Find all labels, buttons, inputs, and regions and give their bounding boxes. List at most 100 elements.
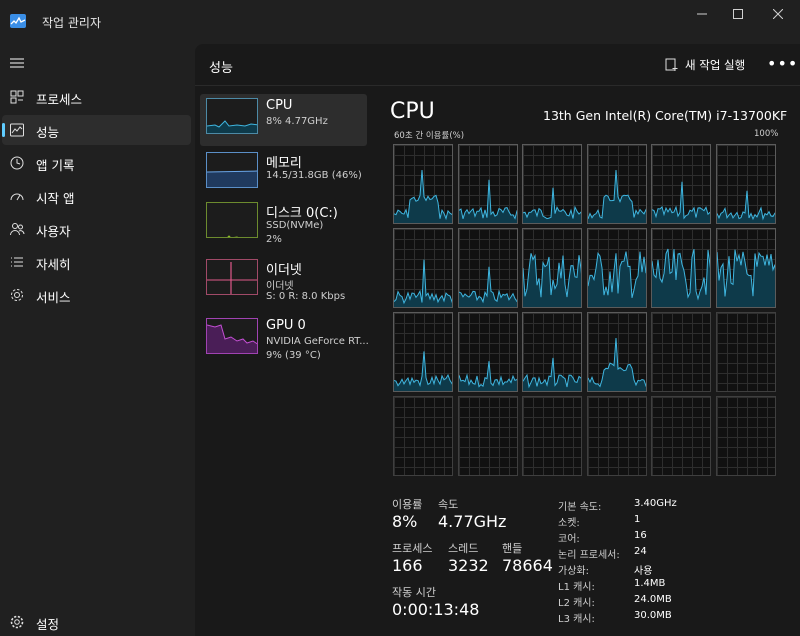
threads-value: 3232 <box>448 556 489 575</box>
core-usage-plot <box>652 248 710 307</box>
gpu-thumbnail-graph <box>206 318 258 354</box>
perf-item-detail-2: S: 0 R: 8.0 Kbps <box>266 291 346 302</box>
spec-value: 16 <box>634 530 647 541</box>
new-task-icon <box>665 58 678 71</box>
processes-label: 프로세스 <box>392 542 433 555</box>
sidebar-item-performance[interactable]: 성능 <box>2 115 191 145</box>
spec-key: L3 캐시: <box>558 614 595 625</box>
logical-processor-graph <box>457 396 518 476</box>
settings-gear-icon <box>10 615 24 629</box>
perf-item-ethernet[interactable]: 이더넷 이더넷 S: 0 R: 8.0 Kbps <box>200 255 367 307</box>
sidebar-item-app-history[interactable]: 앱 기록 <box>2 148 191 178</box>
perf-item-cpu[interactable]: CPU 8% 4.77GHz <box>200 94 367 146</box>
core-usage-plot <box>716 249 775 307</box>
logical-processor-graph <box>715 396 776 476</box>
processes-value: 166 <box>392 556 423 575</box>
sidebar-item-label: 자세히 <box>36 257 71 272</box>
maximize-button[interactable] <box>720 4 756 24</box>
sidebar-item-processes[interactable]: 프로세스 <box>2 82 191 112</box>
sidebar-item-label: 설정 <box>36 617 60 632</box>
logical-processor-graph <box>393 144 453 224</box>
graph-max-label: 100% <box>754 129 779 139</box>
sidebar-item-users[interactable]: 사용자 <box>2 214 191 244</box>
sidebar-item-details[interactable]: 자세히 <box>2 247 191 277</box>
core-usage-plot <box>458 179 517 223</box>
sidebar-item-label: 앱 기록 <box>36 158 75 173</box>
core-usage-plot <box>394 351 452 391</box>
core-usage-plot <box>394 169 452 223</box>
core-usage-plot <box>458 361 517 391</box>
core-usage-plot <box>716 190 775 223</box>
core-usage-plot <box>458 266 517 307</box>
logical-processor-graph <box>457 312 518 392</box>
spec-value: 1 <box>634 514 641 525</box>
core-usage-area <box>587 170 646 223</box>
logical-processor-graph <box>715 228 776 308</box>
minimize-icon <box>697 13 707 15</box>
sidebar-item-label: 사용자 <box>36 224 71 239</box>
logical-processor-graph-grid <box>393 144 777 478</box>
maximize-icon <box>733 9 743 19</box>
perf-item-gpu[interactable]: GPU 0 NVIDIA GeForce RT... 9% (39 °C) <box>200 314 369 366</box>
sidebar-item-label: 성능 <box>36 125 60 140</box>
spec-value: 24.0MB <box>634 594 672 605</box>
close-icon <box>773 9 783 19</box>
more-options-button[interactable]: ••• <box>767 54 798 73</box>
core-usage-plot <box>523 187 581 223</box>
spec-value: 1.4MB <box>634 578 666 589</box>
uptime-label: 작동 시간 <box>392 586 436 599</box>
core-usage-plot <box>523 357 581 391</box>
sidebar-item-startup-apps[interactable]: 시작 앱 <box>2 181 191 211</box>
spec-key: 기본 속도: <box>558 502 602 513</box>
hamburger-menu-icon[interactable] <box>8 54 26 72</box>
core-usage-plot <box>523 253 581 307</box>
perf-item-detail: SSD(NVMe) <box>266 220 324 231</box>
title-bar: 작업 관리자 <box>0 0 800 44</box>
startup-apps-icon <box>10 193 24 201</box>
spec-value: 3.40GHz <box>634 498 677 509</box>
active-indicator <box>2 123 5 137</box>
users-icon <box>10 223 25 236</box>
sidebar: 프로세스 성능 앱 기록 시작 앱 사용자 자세히 서비스 설정 <box>0 44 195 636</box>
sidebar-item-label: 프로세스 <box>36 92 83 107</box>
handles-label: 핸들 <box>502 542 523 555</box>
spec-key: 코어: <box>558 534 580 545</box>
logical-processor-graph <box>522 312 582 392</box>
utilization-label: 이용률 <box>392 498 423 511</box>
core-usage-plot <box>587 251 646 307</box>
spec-key: 소켓: <box>558 518 580 529</box>
performance-icon <box>10 123 24 137</box>
new-task-button[interactable]: 새 작업 실행 <box>665 56 745 74</box>
new-task-label: 새 작업 실행 <box>685 58 746 72</box>
perf-item-detail-2: 9% (39 °C) <box>266 350 321 361</box>
processes-icon <box>10 90 24 104</box>
services-icon <box>11 289 23 301</box>
disk-thumbnail-graph <box>206 202 258 238</box>
perf-item-detail: 이더넷 <box>266 281 294 292</box>
perf-item-disk[interactable]: 디스크 0(C:) SSD(NVMe) 2% <box>200 198 367 250</box>
logical-processor-graph <box>715 312 776 392</box>
sidebar-item-services[interactable]: 서비스 <box>2 280 191 310</box>
perf-item-memory[interactable]: 메모리 14.5/31.8GB (46%) <box>200 148 367 200</box>
logical-processor-graph <box>522 228 582 308</box>
logical-processor-graph <box>651 396 711 476</box>
detail-title: CPU <box>390 99 435 124</box>
uptime-value: 0:00:13:48 <box>392 600 480 619</box>
sidebar-item-settings[interactable]: 설정 <box>2 607 191 636</box>
logical-processor-graph <box>651 228 711 308</box>
spec-key: 가상화: <box>558 566 589 577</box>
core-usage-plot <box>394 259 452 307</box>
sidebar-item-label: 시작 앱 <box>36 191 75 206</box>
spec-key: L1 캐시: <box>558 582 595 593</box>
close-button[interactable] <box>760 4 796 24</box>
logical-processor-graph <box>586 312 647 392</box>
perf-item-detail: NVIDIA GeForce RT... <box>266 336 369 347</box>
spec-key: 논리 프로세서: <box>558 550 620 561</box>
cpu-model: 13th Gen Intel(R) Core(TM) i7-13700KF <box>543 108 788 123</box>
perf-item-name: 이더넷 <box>266 263 302 278</box>
main-panel: 성능 새 작업 실행 ••• CPU 8% 4.77GHz 메모리 14.5/3… <box>195 44 800 636</box>
minimize-button[interactable] <box>684 4 720 24</box>
spec-key: L2 캐시: <box>558 598 595 609</box>
spec-value: 24 <box>634 546 647 557</box>
details-icon <box>11 257 23 267</box>
